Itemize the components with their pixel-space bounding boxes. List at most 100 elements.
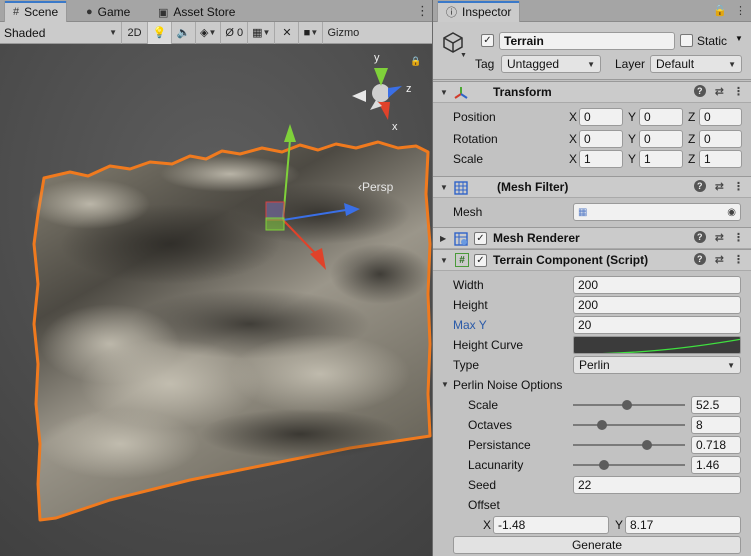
active-checkbox[interactable]: ✓ (481, 34, 494, 47)
kebab-menu-icon[interactable]: ⋮ (733, 180, 744, 193)
chevron-down-icon[interactable]: ▼ (735, 34, 743, 43)
mesh-renderer-header[interactable]: ▶ ✓ Mesh Renderer ? ⇄ ⋮ (433, 227, 751, 249)
mesh-object-field[interactable]: ▦ ◉ (573, 203, 741, 221)
terrain-component-enabled-checkbox[interactable]: ✓ (474, 254, 487, 267)
foldout-arrow-icon[interactable]: ▶ (440, 234, 446, 243)
gameobject-name-field[interactable]: Terrain (499, 32, 675, 50)
rotation-label: Rotation (453, 132, 498, 146)
audio-toggle-icon[interactable]: 🔈 (172, 21, 196, 44)
foldout-arrow-icon[interactable]: ▼ (440, 183, 448, 192)
lacunarity-value-field[interactable]: 1.46 (691, 456, 741, 474)
tag-label: Tag (475, 57, 495, 71)
mesh-renderer-enabled-checkbox[interactable]: ✓ (474, 232, 487, 245)
rotation-y-field[interactable]: 0 (639, 130, 683, 148)
mesh-filter-header[interactable]: ▼ (Mesh Filter) ? ⇄ ⋮ (433, 176, 751, 198)
position-x-field[interactable]: 0 (579, 108, 623, 126)
lock-icon[interactable]: 🔒 (713, 4, 727, 17)
lighting-toggle-icon[interactable]: 💡 (148, 21, 172, 44)
scale-value-field[interactable]: 52.5 (691, 396, 741, 414)
position-y-field[interactable]: 0 (639, 108, 683, 126)
height-label: Height (453, 298, 488, 312)
width-label: Width (453, 278, 484, 292)
tab-game[interactable]: ● Game (78, 2, 138, 22)
octaves-slider-knob[interactable] (597, 420, 607, 430)
persistance-slider[interactable] (573, 436, 685, 454)
kebab-menu-icon[interactable]: ⋮ (733, 231, 744, 244)
offset-label: Offset (468, 498, 500, 512)
scale-y-field[interactable]: 1 (639, 150, 683, 168)
effects-dropdown-icon[interactable]: ◈ ▼ (196, 21, 222, 44)
persistance-slider-knob[interactable] (642, 440, 652, 450)
lacunarity-value: 1.46 (696, 458, 720, 472)
help-icon[interactable]: ? (693, 180, 706, 192)
tag-dropdown[interactable]: Untagged ▼ (501, 55, 601, 73)
scene-tabbar: # Scene ● Game ▣ Asset Store ⋮ (0, 0, 432, 22)
offset-x-axis-label: X (483, 518, 492, 532)
lacunarity-slider[interactable] (573, 456, 685, 474)
object-picker-icon[interactable]: ◉ (727, 207, 736, 218)
static-label: Static (697, 34, 728, 48)
type-dropdown[interactable]: Perlin ▼ (573, 356, 741, 374)
kebab-menu-icon[interactable]: ⋮ (735, 4, 746, 17)
terrain-component-header[interactable]: ▼ # ✓ Terrain Component (Script) ? ⇄ ⋮ (433, 249, 751, 271)
camera-dropdown-icon[interactable]: ■ ▼ (299, 21, 324, 44)
height-field[interactable]: 200 (573, 296, 741, 314)
kebab-menu-icon[interactable]: ⋮ (733, 253, 744, 266)
octaves-value-field[interactable]: 8 (691, 416, 741, 434)
height-curve-field[interactable] (573, 336, 741, 354)
static-checkbox[interactable] (680, 34, 693, 47)
terrain-component-title: Terrain Component (Script) (493, 253, 649, 267)
seed-value: 22 (578, 478, 592, 492)
scale-z-field[interactable]: 1 (699, 150, 742, 168)
help-icon[interactable]: ? (693, 231, 706, 243)
generate-button[interactable]: Generate (453, 536, 741, 554)
foldout-arrow-icon[interactable]: ▼ (441, 380, 449, 389)
presets-icon[interactable]: ⇄ (715, 85, 724, 98)
presets-icon[interactable]: ⇄ (715, 180, 724, 193)
seed-field[interactable]: 22 (573, 476, 741, 494)
tab-asset-store[interactable]: ▣ Asset Store (150, 2, 243, 22)
help-icon[interactable]: ? (693, 85, 706, 97)
scale-slider-knob[interactable] (622, 400, 632, 410)
tools-icon[interactable]: ✕ (275, 21, 300, 44)
octaves-slider[interactable] (573, 416, 685, 434)
tab-asset-store-label: Asset Store (173, 5, 236, 19)
2d-toggle-button[interactable]: 2D (122, 21, 148, 44)
presets-icon[interactable]: ⇄ (715, 253, 724, 266)
rotation-x-field[interactable]: 0 (579, 130, 623, 148)
offset-x-field[interactable]: -1.48 (493, 516, 609, 534)
help-icon[interactable]: ? (693, 253, 706, 265)
position-z-axis-label: Z (688, 110, 696, 124)
lock-icon[interactable]: 🔒 (410, 56, 421, 67)
gizmos-dropdown[interactable]: Gizmo (323, 22, 363, 44)
lacunarity-slider-knob[interactable] (599, 460, 609, 470)
position-z-value: 0 (704, 110, 711, 124)
shading-mode-dropdown[interactable]: Shaded ▼ (0, 21, 122, 44)
hidden-objects-icon[interactable]: Ø 0 (221, 21, 249, 44)
persistance-value-field[interactable]: 0.718 (691, 436, 741, 454)
tab-inspector[interactable]: ⓘ Inspector (437, 1, 521, 22)
perlin-options-foldout[interactable]: Perlin Noise Options (453, 378, 562, 392)
scale-slider[interactable] (573, 396, 685, 414)
persp-label[interactable]: ‹Persp (358, 180, 393, 194)
gizmo-plane-handle[interactable] (265, 201, 285, 221)
layer-dropdown[interactable]: Default ▼ (650, 55, 742, 73)
gizmo-y-label: y (374, 52, 380, 64)
rotation-z-field[interactable]: 0 (699, 130, 742, 148)
chevron-down-icon[interactable]: ▼ (460, 52, 467, 59)
kebab-menu-icon[interactable]: ⋮ (733, 85, 744, 98)
maxy-field[interactable]: 20 (573, 316, 741, 334)
presets-icon[interactable]: ⇄ (715, 231, 724, 244)
cube-icon[interactable] (441, 30, 465, 54)
offset-y-field[interactable]: 8.17 (625, 516, 741, 534)
foldout-arrow-icon[interactable]: ▼ (440, 256, 448, 265)
foldout-arrow-icon[interactable]: ▼ (440, 88, 448, 97)
scale-x-field[interactable]: 1 (579, 150, 623, 168)
scene-viewport[interactable]: y z x 🔒 ‹Persp (0, 44, 432, 556)
kebab-menu-icon[interactable]: ⋮ (416, 3, 429, 19)
position-z-field[interactable]: 0 (699, 108, 742, 126)
width-field[interactable]: 200 (573, 276, 741, 294)
transform-header[interactable]: ▼ Transform ? ⇄ ⋮ (433, 81, 751, 103)
tab-scene[interactable]: # Scene (4, 1, 68, 22)
grid-toggle-icon[interactable]: ▦ ▼ (248, 21, 276, 44)
